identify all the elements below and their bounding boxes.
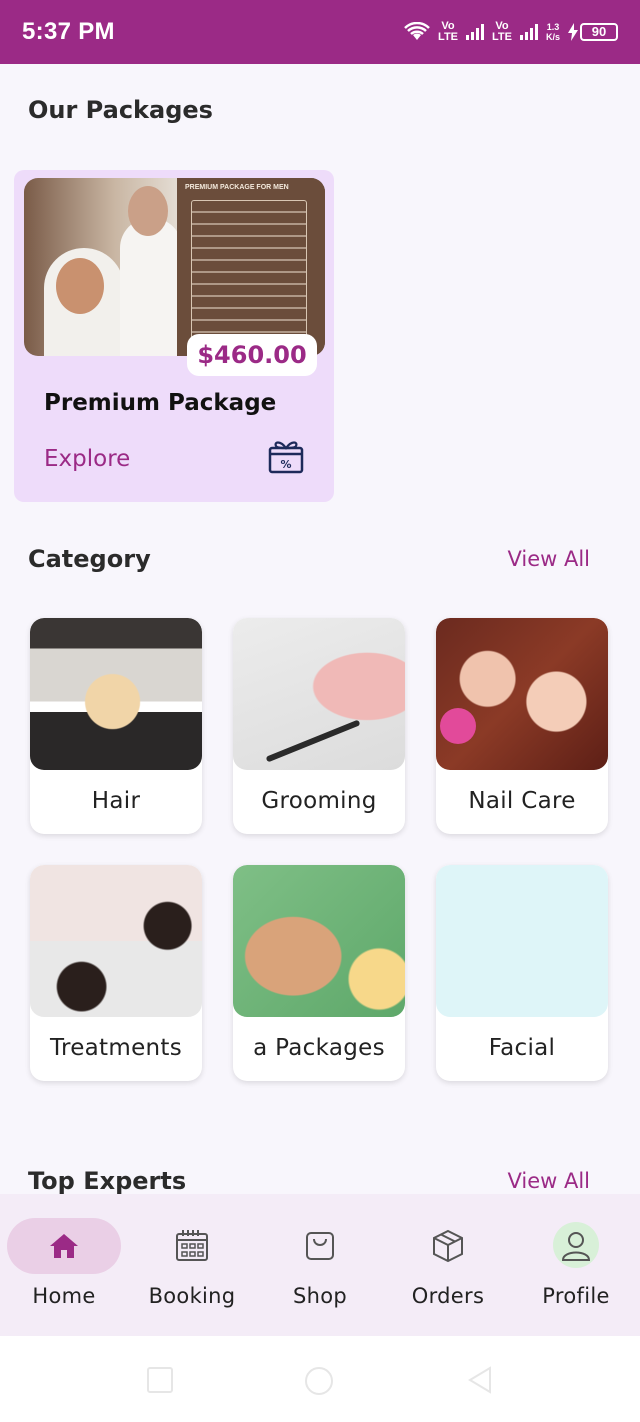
package-poster: PREMIUM PACKAGE FOR MEN (177, 178, 325, 356)
category-card-hair[interactable]: Hair (30, 618, 202, 834)
packages-title: Our Packages (28, 96, 213, 124)
status-icons: Vo LTE Vo LTE 1.3 K/s 90 (404, 21, 618, 43)
category-card-nail-care[interactable]: Nail Care (436, 618, 608, 834)
explore-link[interactable]: Explore (44, 446, 130, 472)
bottom-navigation: Home Booking Shop Orders Profile (0, 1194, 640, 1336)
category-label: Grooming (261, 788, 377, 814)
category-label: a Packages (253, 1035, 385, 1061)
category-card-treatments[interactable]: Treatments (30, 865, 202, 1081)
wifi-icon (404, 22, 430, 40)
experts-view-all-link[interactable]: View All (507, 1169, 590, 1193)
package-card[interactable]: PREMIUM PACKAGE FOR MEN $460.00 Premium … (14, 170, 334, 502)
package-box-icon (433, 1229, 463, 1263)
nav-label: Orders (411, 1284, 485, 1308)
category-view-all-link[interactable]: View All (507, 547, 590, 571)
battery-level: 90 (580, 23, 618, 41)
category-image (233, 618, 405, 770)
back-triangle-icon[interactable] (466, 1366, 494, 1394)
category-image (30, 618, 202, 770)
category-label: Treatments (49, 1035, 182, 1061)
nav-label: Home (32, 1284, 96, 1308)
battery-indicator: 90 (568, 23, 618, 41)
network-type-1: Vo LTE (438, 20, 459, 43)
status-bar: 5:37 PM Vo LTE Vo LTE 1.3 K/s 90 (0, 0, 640, 64)
nav-orders[interactable]: Orders (384, 1194, 512, 1336)
category-image (436, 618, 608, 770)
nav-shop[interactable]: Shop (256, 1194, 384, 1336)
user-icon (561, 1232, 591, 1261)
svg-text:%: % (280, 458, 291, 471)
home-icon (50, 1234, 78, 1258)
category-card-facial[interactable]: Facial (436, 865, 608, 1081)
package-name: Premium Package (44, 390, 277, 416)
recents-icon[interactable] (146, 1366, 174, 1394)
nav-label: Booking (148, 1284, 236, 1308)
category-image (233, 865, 405, 1017)
category-card-grooming[interactable]: Grooming (233, 618, 405, 834)
package-price: $460.00 (187, 334, 317, 376)
status-time: 5:37 PM (22, 18, 115, 45)
nav-label: Shop (292, 1284, 348, 1308)
package-image: PREMIUM PACKAGE FOR MEN (24, 178, 325, 356)
nav-profile[interactable]: Profile (512, 1194, 640, 1336)
charging-icon (568, 23, 578, 41)
nav-label: Profile (542, 1284, 610, 1308)
category-image (436, 865, 608, 1017)
gift-percent-icon[interactable]: % (266, 436, 306, 476)
signal-icon-1 (466, 24, 485, 40)
category-label: Nail Care (468, 788, 576, 814)
home-circle-icon[interactable] (304, 1366, 334, 1396)
category-card-packages[interactable]: a Packages (233, 865, 405, 1081)
experts-title: Top Experts (28, 1167, 187, 1195)
network-speed: 1.3 K/s (545, 22, 560, 42)
category-title: Category (28, 545, 151, 573)
category-label: Facial (488, 1035, 556, 1061)
category-label: Hair (91, 788, 141, 814)
signal-icon-2 (519, 24, 538, 40)
poster-title: PREMIUM PACKAGE FOR MEN (185, 184, 289, 191)
shopping-bag-icon (306, 1232, 334, 1260)
system-navigation-bar (0, 1336, 640, 1422)
category-image (30, 865, 202, 1017)
calendar-icon (176, 1230, 208, 1261)
nav-booking[interactable]: Booking (128, 1194, 256, 1336)
nav-home[interactable]: Home (0, 1194, 128, 1336)
network-type-2: Vo LTE (492, 20, 512, 43)
